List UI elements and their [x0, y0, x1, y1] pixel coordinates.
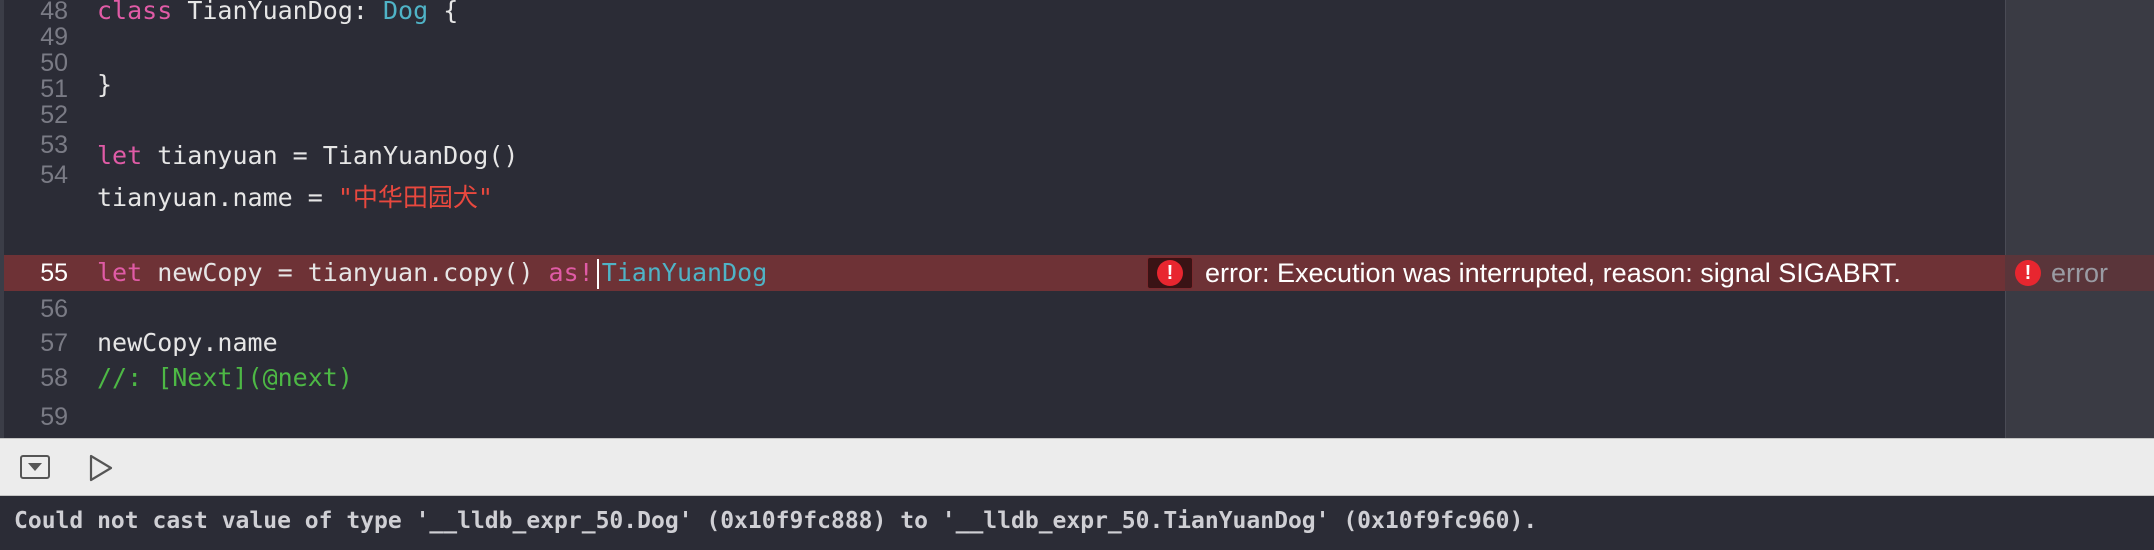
code-line-53[interactable]: tianyuan.name = "中华田园犬" [97, 181, 493, 215]
console-output: Could not cast value of type '__lldb_exp… [14, 508, 1538, 534]
line-number: 56 [40, 295, 68, 323]
error-badge[interactable]: ! [1147, 256, 1193, 289]
result-error[interactable]: ! error [2015, 257, 2108, 289]
code-line-57[interactable]: newCopy.name [97, 326, 278, 360]
line-number: 52 [40, 101, 68, 129]
error-icon: ! [2015, 259, 2041, 286]
debug-toolbar [0, 438, 2154, 496]
keyword: let [97, 141, 143, 170]
line-number: 54 [40, 161, 68, 189]
hide-debug-area-icon [28, 463, 42, 471]
debug-console[interactable]: Could not cast value of type '__lldb_exp… [0, 496, 2154, 550]
line-number: 57 [40, 329, 68, 357]
text-cursor [596, 259, 599, 289]
code-line-50[interactable]: } [97, 68, 112, 102]
error-icon: ! [1157, 259, 1183, 286]
statement: newCopy = tianyuan.copy() [142, 258, 549, 287]
statement: tianyuan = TianYuanDog() [142, 141, 519, 170]
code-area[interactable]: class TianYuanDog: Dog { } let tianyuan … [97, 0, 1997, 438]
inline-error-annotation[interactable]: ! error: Execution was interrupted, reaso… [1147, 256, 1901, 289]
comment: //: [Next](@next) [97, 363, 353, 392]
statement: tianyuan.name = [97, 183, 338, 212]
results-sidebar [2005, 0, 2154, 438]
line-number-current: 55 [40, 259, 68, 287]
type-name: Dog [382, 0, 429, 25]
code-editor[interactable]: 48 49 50 51 52 53 54 55 56 57 58 59 clas… [0, 0, 2154, 438]
code-line-52[interactable]: let tianyuan = TianYuanDog() [97, 139, 518, 173]
keyword: let [97, 258, 143, 287]
statement: newCopy.name [97, 328, 278, 357]
identifier: TianYuanDog: [172, 0, 383, 25]
hide-debug-area-button[interactable] [20, 455, 50, 479]
line-number: 59 [40, 403, 68, 431]
line-number: 58 [40, 364, 68, 392]
playground-window: 48 49 50 51 52 53 54 55 56 57 58 59 clas… [0, 0, 2154, 550]
line-number: 53 [40, 131, 68, 159]
run-playground-button[interactable] [88, 454, 114, 482]
keyword: as! [548, 258, 594, 287]
code-line-55[interactable]: let newCopy = tianyuan.copy() as! TianYua… [97, 256, 767, 290]
code-line-48[interactable]: class TianYuanDog: Dog { [97, 0, 458, 28]
string-literal: "中华田园犬" [337, 183, 493, 212]
code-line-58[interactable]: //: [Next](@next) [97, 361, 353, 395]
line-number-gutter: 48 49 50 51 52 53 54 55 56 57 58 59 [4, 0, 88, 438]
punctuation: } [97, 70, 113, 99]
error-message: error: Execution was interrupted, reason… [1205, 258, 1901, 288]
punctuation: { [428, 0, 459, 25]
result-error-label: error [2051, 258, 2109, 288]
play-icon [89, 454, 113, 482]
keyword: class [97, 0, 173, 25]
type-name: TianYuanDog [601, 258, 768, 287]
